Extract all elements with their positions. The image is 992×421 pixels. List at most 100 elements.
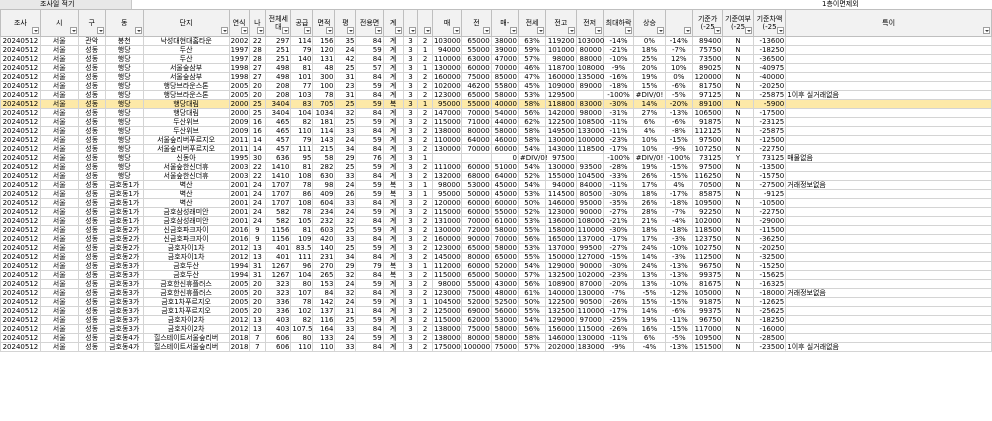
table-cell[interactable]: 129000 bbox=[545, 261, 577, 271]
table-row[interactable]: 20240512 서울 성동 금호동3가 금호한신휴플러스 2005 20 323 80 153 2… bbox=[0, 279, 992, 289]
table-cell[interactable]: 3 bbox=[402, 261, 419, 271]
table-cell[interactable]: 115000 bbox=[431, 270, 463, 280]
table-cell[interactable]: 403 bbox=[265, 315, 292, 325]
table-cell[interactable]: 122500 bbox=[545, 297, 577, 307]
table-cell[interactable]: 65000 bbox=[461, 90, 492, 100]
table-cell[interactable]: -11% bbox=[602, 333, 635, 343]
table-row[interactable]: 20240512 서울 성동 금호동3가 금호자이2차 2012 13 403 107.5 164… bbox=[0, 324, 992, 334]
filter-dropdown-icon[interactable] bbox=[31, 27, 39, 34]
table-cell[interactable]: 2 bbox=[417, 72, 433, 82]
table-cell[interactable]: 2 bbox=[417, 243, 433, 253]
table-cell[interactable]: 26% bbox=[633, 171, 666, 181]
table-cell[interactable]: -8% bbox=[664, 126, 693, 136]
table-cell[interactable]: 60000 bbox=[461, 207, 492, 217]
table-cell[interactable]: 84 bbox=[355, 324, 384, 334]
table-cell[interactable]: 복 bbox=[382, 99, 404, 109]
table-cell[interactable]: 24 bbox=[248, 189, 267, 199]
table-cell[interactable]: 53% bbox=[517, 243, 547, 253]
table-cell[interactable]: 서울 bbox=[39, 171, 79, 181]
table-cell[interactable]: 성동 bbox=[77, 243, 106, 253]
table-cell[interactable]: 20 bbox=[248, 81, 267, 91]
table-cell[interactable]: 금호동1가 bbox=[104, 189, 144, 199]
table-cell[interactable]: 1이후 실거래없음 bbox=[785, 90, 992, 100]
table-cell[interactable]: 110 bbox=[312, 342, 336, 352]
table-cell[interactable]: 서울숲리버푸르지오 bbox=[142, 135, 230, 145]
filter-dropdown-icon[interactable] bbox=[134, 27, 142, 34]
table-cell[interactable]: 98000 bbox=[545, 54, 577, 64]
table-cell[interactable] bbox=[575, 90, 604, 100]
table-cell[interactable]: 금호삼성래미안 bbox=[142, 207, 230, 217]
table-cell[interactable]: 32 bbox=[334, 108, 357, 118]
table-cell[interactable]: 95000 bbox=[431, 99, 463, 109]
table-cell[interactable]: 성동 bbox=[77, 63, 106, 73]
table-cell[interactable]: 127000 bbox=[575, 252, 604, 262]
table-cell[interactable]: 84 bbox=[355, 54, 384, 64]
table-cell[interactable]: 계 bbox=[382, 54, 404, 64]
table-cell[interactable]: 19% bbox=[633, 315, 666, 325]
table-cell[interactable]: 158000 bbox=[545, 225, 577, 235]
table-cell[interactable]: 81 bbox=[290, 162, 314, 172]
table-cell[interactable]: 58 bbox=[312, 153, 336, 163]
column-header[interactable]: 계 bbox=[382, 9, 404, 37]
table-cell[interactable]: 60000 bbox=[490, 198, 519, 208]
table-cell[interactable]: 47% bbox=[517, 72, 547, 82]
table-row[interactable]: 20240512 서울 성동 금호동1가 금호삼성래미안 2001 24 582 105 232 3… bbox=[0, 216, 992, 226]
column-header[interactable]: 평 bbox=[334, 9, 357, 37]
table-cell[interactable]: -13500 bbox=[752, 162, 787, 172]
filter-dropdown-icon[interactable] bbox=[482, 27, 490, 34]
table-cell[interactable]: 25 bbox=[334, 63, 357, 73]
table-row[interactable]: 20240512 서울 성동 금호동3가 금호1차푸르지오 2005 20 336 78 142 2… bbox=[0, 297, 992, 307]
table-cell[interactable]: 서울 bbox=[39, 207, 79, 217]
table-cell[interactable]: 58000 bbox=[490, 324, 519, 334]
table-cell[interactable]: 297 bbox=[265, 36, 292, 46]
table-cell[interactable]: 20 bbox=[248, 279, 267, 289]
table-cell[interactable]: -9% bbox=[664, 144, 693, 154]
table-cell[interactable]: 2 bbox=[417, 333, 433, 343]
table-cell[interactable]: 10% bbox=[633, 135, 666, 145]
table-cell[interactable]: 14% bbox=[633, 306, 666, 316]
table-cell[interactable]: 성동 bbox=[77, 252, 106, 262]
table-cell[interactable]: 42 bbox=[334, 54, 357, 64]
table-cell[interactable]: 20240512 bbox=[0, 270, 41, 280]
table-cell[interactable]: -31% bbox=[602, 108, 635, 118]
table-cell[interactable]: 1994 bbox=[228, 261, 250, 271]
table-cell[interactable]: 636 bbox=[265, 153, 292, 163]
table-cell[interactable]: 33 bbox=[334, 234, 357, 244]
table-cell[interactable]: -25875 bbox=[752, 126, 787, 136]
table-cell[interactable] bbox=[785, 225, 992, 235]
table-cell[interactable]: 103 bbox=[290, 90, 314, 100]
table-cell[interactable]: 서울 bbox=[39, 36, 79, 46]
table-cell[interactable]: 70500 bbox=[691, 180, 724, 190]
table-cell[interactable]: 3 bbox=[402, 234, 419, 244]
table-cell[interactable]: 20240512 bbox=[0, 162, 41, 172]
table-cell[interactable]: 234 bbox=[312, 207, 336, 217]
table-cell[interactable]: 70000 bbox=[490, 234, 519, 244]
table-cell[interactable]: -100% bbox=[602, 90, 635, 100]
table-cell[interactable] bbox=[461, 153, 492, 163]
table-cell[interactable]: 45000 bbox=[490, 180, 519, 190]
table-cell[interactable]: 2005 bbox=[228, 306, 250, 316]
table-cell[interactable]: 계 bbox=[382, 126, 404, 136]
table-cell[interactable]: 84 bbox=[355, 252, 384, 262]
column-header[interactable]: 최대하락 bbox=[602, 9, 635, 37]
table-cell[interactable]: 43000 bbox=[490, 279, 519, 289]
table-cell[interactable]: 성동 bbox=[77, 297, 106, 307]
table-cell[interactable]: 2 bbox=[417, 126, 433, 136]
table-cell[interactable]: 20240512 bbox=[0, 225, 41, 235]
table-cell[interactable]: 151500 bbox=[691, 342, 724, 352]
table-cell[interactable] bbox=[785, 324, 992, 334]
table-cell[interactable]: 142 bbox=[312, 297, 336, 307]
table-cell[interactable]: N bbox=[722, 198, 754, 208]
table-cell[interactable]: 1 bbox=[417, 189, 433, 199]
table-cell[interactable]: 성동 bbox=[77, 72, 106, 82]
filter-dropdown-icon[interactable] bbox=[423, 27, 431, 34]
table-cell[interactable]: 20240512 bbox=[0, 117, 41, 127]
table-cell[interactable]: 118700 bbox=[545, 63, 577, 73]
table-cell[interactable]: 59 bbox=[355, 225, 384, 235]
table-cell[interactable]: 계 bbox=[382, 333, 404, 343]
table-cell[interactable]: 582 bbox=[265, 207, 292, 217]
table-cell[interactable]: 계 bbox=[382, 108, 404, 118]
table-cell[interactable]: 53000 bbox=[490, 315, 519, 325]
table-cell[interactable]: 7 bbox=[248, 342, 267, 352]
table-cell[interactable]: 145000 bbox=[431, 252, 463, 262]
